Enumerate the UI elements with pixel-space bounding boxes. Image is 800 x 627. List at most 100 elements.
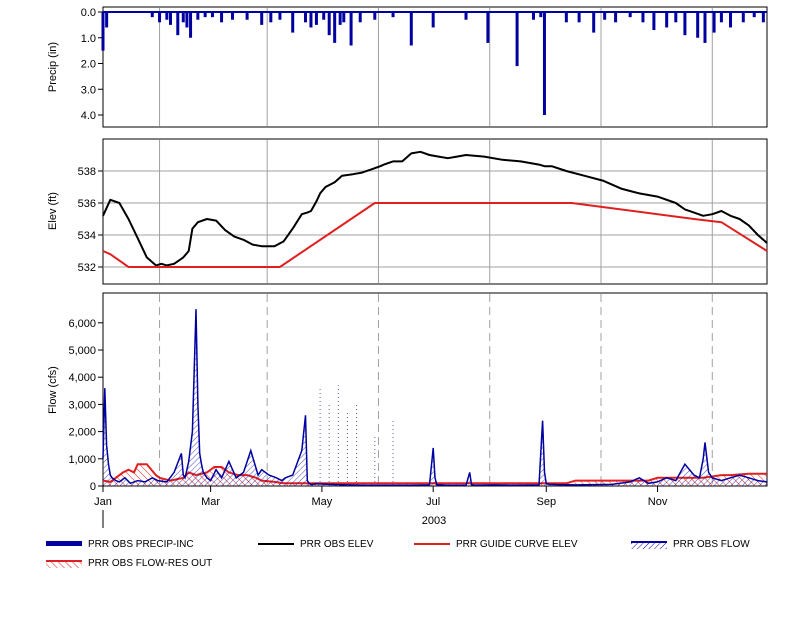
flow-y-axis-label: Flow (cfs) xyxy=(47,366,59,414)
legend-label: PRR OBS ELEV xyxy=(300,538,374,550)
legend-label: PRR OBS FLOW-RES OUT xyxy=(88,557,213,569)
precip-bar xyxy=(712,12,716,33)
precip-bar xyxy=(260,12,264,25)
x-month-label: May xyxy=(312,496,333,508)
precip-bar xyxy=(342,12,346,23)
precip-bar xyxy=(210,12,214,18)
precip-bar xyxy=(165,12,169,20)
precip-bar xyxy=(150,12,154,18)
precip-bar xyxy=(314,12,318,25)
precip-bar xyxy=(101,12,105,51)
precip-bar xyxy=(665,12,669,28)
year-label: 2003 xyxy=(422,515,446,527)
precip-bar xyxy=(729,12,733,28)
y-tick-label: 532 xyxy=(78,262,96,274)
y-tick-label: 3.0 xyxy=(81,84,96,96)
precip-bar xyxy=(181,12,185,23)
elevation-panel: 532 534 536 538 Elev (ft) xyxy=(47,138,768,285)
precip-bar xyxy=(349,12,353,46)
legend-swatch-hatch xyxy=(631,542,667,549)
y-tick-label: 4.0 xyxy=(81,110,96,122)
precip-bar xyxy=(291,12,295,33)
y-tick-label: 538 xyxy=(78,166,96,178)
precip-bar xyxy=(278,12,282,20)
time-x-axis: Jan Mar May Jul Sep Nov xyxy=(94,486,668,528)
legend-item: PRR OBS FLOW xyxy=(631,536,750,552)
legend-label: PRR OBS FLOW xyxy=(673,538,750,550)
precip-bar xyxy=(220,12,224,23)
precip-bar xyxy=(539,12,543,18)
precip-bar xyxy=(189,12,193,38)
precip-bar xyxy=(333,12,337,43)
precip-bar xyxy=(515,12,519,67)
precip-bar xyxy=(564,12,568,23)
precip-bar xyxy=(391,12,395,18)
y-tick-label: 1.0 xyxy=(81,33,96,45)
precip-bar xyxy=(486,12,490,43)
precip-bar xyxy=(245,12,249,20)
precip-bar xyxy=(652,12,656,31)
precip-bar xyxy=(532,12,536,20)
y-tick-label: 6,000 xyxy=(68,318,96,330)
precip-bar xyxy=(614,12,618,23)
legend-label: PRR GUIDE CURVE ELEV xyxy=(456,538,578,550)
y-tick-label: 1,000 xyxy=(68,454,96,466)
legend-swatch xyxy=(631,541,667,549)
precip-bar xyxy=(105,12,109,28)
elevation-y-axis-label: Elev (ft) xyxy=(47,192,59,230)
precip-bar xyxy=(628,12,632,18)
x-month-label: Jan xyxy=(94,496,112,508)
precip-bar xyxy=(577,12,581,23)
y-tick-label: 534 xyxy=(78,230,96,242)
legend-item: PRR OBS PRECIP-INC xyxy=(46,536,194,552)
precip-bar xyxy=(373,12,377,20)
precip-bar xyxy=(196,12,200,20)
precip-bar xyxy=(603,12,607,20)
flow-plot-frame xyxy=(102,292,768,487)
precip-bar xyxy=(703,12,707,43)
legend-swatch xyxy=(414,543,450,545)
legend-swatch xyxy=(258,543,294,545)
legend: PRR OBS PRECIP-INC PRR OBS ELEV PRR GUIDE … xyxy=(46,536,786,576)
precip-bar xyxy=(303,12,307,23)
precip-bar xyxy=(464,12,468,20)
y-tick-label: 2.0 xyxy=(81,59,96,71)
precip-bar xyxy=(176,12,180,36)
precip-bar xyxy=(683,12,687,36)
precip-bar xyxy=(322,12,326,20)
y-tick-label: 5,000 xyxy=(68,345,96,357)
precip-y-ticks: 0.0 1.0 2.0 3.0 4.0 xyxy=(81,7,103,122)
legend-item: PRR GUIDE CURVE ELEV xyxy=(414,536,578,552)
legend-swatch-hatch xyxy=(46,561,82,568)
elevation-y-ticks: 532 534 536 538 xyxy=(78,166,103,274)
precip-bar xyxy=(674,12,678,23)
precip-bar xyxy=(309,12,313,28)
legend-swatch-bar xyxy=(46,541,82,546)
x-month-label: Mar xyxy=(201,496,220,508)
precip-bar xyxy=(269,12,273,23)
flow-y-ticks: 0 1,000 2,000 3,000 4,000 5,000 6,000 xyxy=(68,318,103,493)
precip-bar xyxy=(752,12,756,18)
precip-panel: 0.0 1.0 2.0 3.0 4.0 Precip (in) xyxy=(47,6,768,128)
precip-bar xyxy=(158,12,162,23)
precip-bar xyxy=(203,12,207,18)
legend-item: PRR OBS ELEV xyxy=(258,536,373,552)
precip-bar xyxy=(761,12,765,23)
hydrograph-chart: 0.0 1.0 2.0 3.0 4.0 Precip (in) 532 534 536 538… xyxy=(47,6,768,528)
elevation-plot-frame xyxy=(102,138,768,285)
precip-bar xyxy=(592,12,596,33)
precip-bar xyxy=(327,12,331,36)
precip-bar xyxy=(338,12,342,25)
precip-bar xyxy=(741,12,745,23)
y-tick-label: 536 xyxy=(78,198,96,210)
precip-bar xyxy=(409,12,413,46)
y-tick-label: 4,000 xyxy=(68,372,96,384)
precip-bar xyxy=(431,12,435,28)
flow-panel: 0 1,000 2,000 3,000 4,000 5,000 6,000 Flow (cf… xyxy=(47,292,768,493)
y-tick-label: 0 xyxy=(90,481,96,493)
legend-label: PRR OBS PRECIP-INC xyxy=(88,538,194,550)
y-tick-label: 3,000 xyxy=(68,399,96,411)
y-tick-label: 0.0 xyxy=(81,7,96,19)
precip-bar xyxy=(542,12,546,115)
precip-bar xyxy=(185,12,189,28)
